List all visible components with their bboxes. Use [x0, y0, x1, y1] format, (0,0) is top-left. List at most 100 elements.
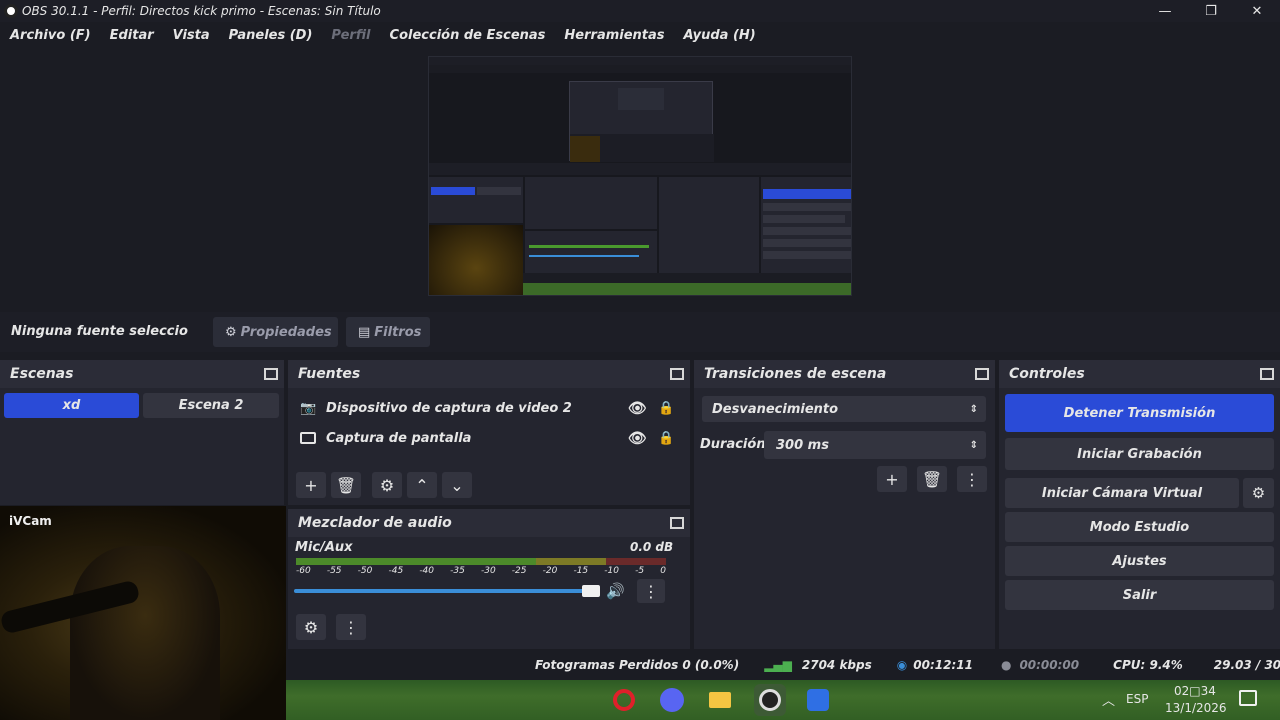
preview-nested-sources	[525, 177, 657, 229]
roblox-icon[interactable]	[802, 684, 834, 716]
lock-icon[interactable]: 🔒	[658, 431, 674, 446]
studio-mode-button[interactable]: Modo Estudio	[1005, 512, 1274, 542]
add-source-button[interactable]: +	[296, 472, 326, 498]
meter-tick: -5	[635, 566, 645, 576]
controls-dock: Controles Detener Transmisión Iniciar Gr…	[999, 360, 1280, 649]
preview-nested-menubar	[429, 65, 851, 73]
discord-icon[interactable]	[656, 684, 688, 716]
tray-chevron-up-icon[interactable]: ︿	[1102, 690, 1115, 709]
chevron-updown-icon: ⇕	[969, 403, 978, 415]
remove-source-button[interactable]: 🗑	[331, 472, 361, 498]
duration-label: Duración	[700, 437, 766, 452]
notification-icon[interactable]	[1239, 690, 1257, 706]
menu-tools[interactable]: Herramientas	[564, 28, 664, 43]
meter-tick: -15	[573, 566, 589, 576]
mixer-menu-button[interactable]: ⋮	[336, 614, 366, 640]
preview-canvas[interactable]	[428, 56, 852, 296]
duration-spinbox[interactable]: 300 ms ⇕	[764, 431, 986, 459]
window-controls: — ❐ ✕	[1142, 0, 1280, 22]
volume-slider[interactable]	[294, 585, 600, 597]
undock-icon[interactable]	[264, 368, 278, 380]
scene-item-escena-2[interactable]: Escena 2	[143, 393, 279, 418]
record-time-status: ● 00:00:00	[1000, 658, 1080, 672]
language-indicator[interactable]: ESP	[1126, 692, 1148, 706]
sources-dock-header: Fuentes	[288, 360, 690, 388]
file-explorer-icon[interactable]	[704, 684, 736, 716]
move-down-button[interactable]: ⌄	[442, 472, 472, 498]
menu-help[interactable]: Ayuda (H)	[684, 28, 756, 43]
settings-button[interactable]: Ajustes	[1005, 546, 1274, 576]
meter-ticks: -60 -55 -50 -45 -40 -35 -30 -25 -20 -15 …	[296, 566, 666, 576]
transition-select[interactable]: Desvanecimiento ⇕	[702, 396, 986, 422]
bitrate-status: ▂▄▆ 2704 kbps	[764, 658, 872, 672]
menu-profile[interactable]: Perfil	[331, 28, 370, 43]
remove-transition-button[interactable]: 🗑	[917, 466, 947, 492]
move-up-button[interactable]: ⌃	[407, 472, 437, 498]
menu-file[interactable]: Archivo (F)	[10, 28, 91, 43]
scene-item-xd[interactable]: xd	[4, 393, 139, 418]
menu-scene-collection[interactable]: Colección de Escenas	[390, 28, 546, 43]
opera-icon[interactable]	[608, 684, 640, 716]
source-row[interactable]: 📷 Dispositivo de captura de video 2 👁 🔒	[300, 393, 680, 423]
preview-nested-mixer	[525, 231, 657, 273]
source-properties-button[interactable]: ⚙	[372, 472, 402, 498]
stream-time-status: ◉ 00:12:11	[896, 658, 973, 672]
source-row[interactable]: Captura de pantalla 👁 🔒	[300, 423, 680, 453]
camera-icon: 📷	[300, 400, 317, 416]
scenes-title: Escenas	[10, 366, 74, 382]
meter-tick: -20	[542, 566, 558, 576]
mixer-title: Mezclador de audio	[298, 515, 452, 531]
obs-logo-icon	[4, 4, 18, 18]
no-source-label: Ninguna fuente seleccio	[11, 324, 188, 339]
menu-view[interactable]: Vista	[173, 28, 210, 43]
start-virtual-camera-button[interactable]: Iniciar Cámara Virtual	[1005, 478, 1239, 508]
minimize-button[interactable]: —	[1142, 0, 1188, 22]
lock-icon[interactable]: 🔒	[658, 401, 674, 416]
meter-tick: -50	[357, 566, 373, 576]
volume-slider-handle[interactable]	[582, 585, 600, 597]
add-transition-button[interactable]: +	[877, 466, 907, 492]
meter-tick: 0	[660, 566, 666, 576]
undock-icon[interactable]	[670, 368, 684, 380]
clock-time[interactable]: 02□34	[1174, 684, 1216, 698]
mixer-dock-header: Mezclador de audio	[288, 509, 690, 537]
dropped-frames: Fotogramas Perdidos 0 (0.0%)	[535, 658, 740, 672]
menu-docks[interactable]: Paneles (D)	[229, 28, 313, 43]
stop-stream-button[interactable]: Detener Transmisión	[1005, 394, 1274, 432]
close-button[interactable]: ✕	[1234, 0, 1280, 22]
preview-nested-preview	[569, 81, 714, 162]
exit-button[interactable]: Salir	[1005, 580, 1274, 610]
clock-date[interactable]: 13/1/2026	[1165, 701, 1227, 715]
transition-menu-button[interactable]: ⋮	[957, 466, 987, 492]
undock-icon[interactable]	[670, 517, 684, 529]
menu-bar: Archivo (F) Editar Vista Paneles (D) Per…	[0, 22, 1280, 48]
preview-nested-status	[523, 273, 851, 283]
channel-menu-button[interactable]: ⋮	[637, 579, 665, 603]
maximize-button[interactable]: ❐	[1188, 0, 1234, 22]
stepper-icon[interactable]: ⇕	[970, 440, 978, 451]
preview-nested-taskbar	[523, 283, 851, 295]
properties-button[interactable]: ⚙ Propiedades	[213, 317, 338, 347]
menu-edit[interactable]: Editar	[110, 28, 154, 43]
start-recording-button[interactable]: Iniciar Grabación	[1005, 438, 1274, 470]
taskbar: ︿ ESP 02□34 13/1/2026	[286, 680, 1280, 720]
volume-slider-fill	[294, 589, 600, 593]
visibility-eye-icon[interactable]: 👁	[628, 399, 647, 417]
speaker-icon[interactable]: 🔊	[606, 582, 625, 600]
advanced-audio-button[interactable]: ⚙	[296, 614, 326, 640]
filters-button[interactable]: ▤ Filtros	[346, 317, 430, 347]
audio-mixer-dock: Mezclador de audio Mic/Aux 0.0 dB -60 -5…	[288, 509, 690, 649]
visibility-eye-icon[interactable]: 👁	[628, 429, 647, 447]
monitor-icon	[300, 432, 316, 444]
virtual-camera-settings-button[interactable]: ⚙	[1243, 478, 1274, 508]
undock-icon[interactable]	[1260, 368, 1274, 380]
record-dot-icon: ●	[1000, 658, 1012, 672]
sources-toolbar: + 🗑 ⚙ ⌃ ⌄	[296, 472, 472, 498]
meter-tick: -30	[480, 566, 496, 576]
obs-taskbar-icon[interactable]	[754, 684, 786, 716]
meter-tick: -45	[388, 566, 404, 576]
source-toolbar: Ninguna fuente seleccio ⚙ Propiedades ▤ …	[0, 312, 1280, 352]
meter-tick: -35	[450, 566, 465, 576]
webcam-label: iVCam	[9, 514, 52, 528]
undock-icon[interactable]	[975, 368, 989, 380]
